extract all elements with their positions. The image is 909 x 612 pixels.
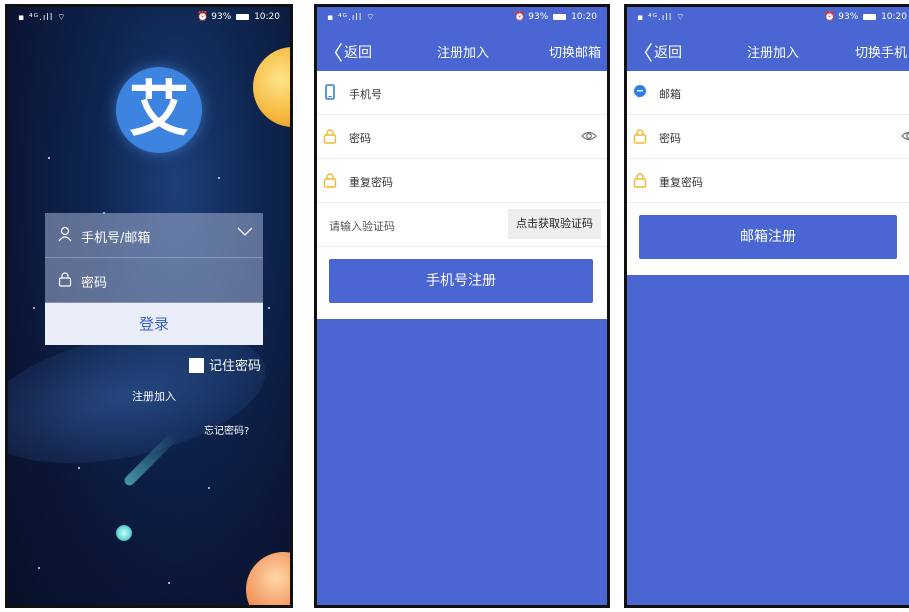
login-form: 手机号/邮箱 密码 登录 [45, 213, 263, 345]
get-code-button[interactable]: 点击获取验证码 [508, 209, 601, 239]
user-icon [58, 226, 72, 242]
verification-code-field[interactable]: 请输入验证码 点击获取验证码 [317, 203, 607, 247]
remember-password[interactable]: 记住密码 [189, 355, 261, 374]
eye-icon[interactable] [901, 129, 909, 143]
code-placeholder: 请输入验证码 [329, 220, 395, 233]
password-placeholder: 密码 [349, 132, 371, 145]
yellow-planet-decoration [253, 47, 290, 127]
lock-icon [323, 129, 337, 144]
battery-percent: 93% [528, 12, 549, 22]
login-button[interactable]: 登录 [45, 303, 263, 345]
battery-icon [553, 13, 567, 20]
star [78, 467, 80, 469]
submit-area: 邮箱注册 [627, 203, 909, 275]
repeat-password-placeholder: 重复密码 [659, 176, 703, 189]
lock-icon [633, 173, 647, 188]
email-field[interactable]: 邮箱 [627, 71, 909, 115]
signal-indicators: ▪ ⁴ᴳ.ıll ⌔ [637, 13, 686, 23]
phone-register-button[interactable]: 手机号注册 [329, 259, 593, 303]
page-title: 注册加入 [747, 46, 800, 61]
battery-icon [863, 13, 877, 20]
repeat-password-field[interactable]: 重复密码 [317, 159, 607, 203]
phone-icon [325, 84, 335, 100]
status-bar: ▪ ⁴ᴳ.ıll ⌔ ⏰ 93% 10:20 [627, 7, 909, 27]
back-button[interactable]: 〈返回 [633, 37, 682, 66]
star [218, 177, 220, 179]
signal-indicators: ▪ ⁴ᴳ.ıll ⌔ [18, 13, 67, 23]
email-register-button[interactable]: 邮箱注册 [639, 215, 897, 259]
alarm-icon: ⏰ [197, 12, 209, 22]
top-bar: ▪ ⁴ᴳ.ıll ⌔ ⏰ 93% 10:20 〈返回 注册加入 切换邮箱 [317, 7, 607, 71]
remember-checkbox[interactable] [189, 358, 204, 373]
star [268, 307, 270, 309]
eye-icon[interactable] [581, 129, 597, 143]
clock: 10:20 [254, 12, 280, 22]
star [33, 307, 35, 309]
switch-to-phone-button[interactable]: 切换手机 [855, 42, 907, 61]
comet-decoration [116, 525, 132, 541]
status-right: ⏰ 93% 10:20 [824, 12, 907, 22]
chevron-left-icon: 〈 [633, 41, 653, 65]
password-input[interactable]: 密码 [45, 258, 263, 303]
lock-icon [58, 272, 72, 287]
star [48, 157, 50, 159]
alarm-icon: ⏰ [824, 12, 836, 22]
status-bar: ▪ ⁴ᴳ.ıll ⌔ ⏰ 93% 10:20 [8, 7, 290, 27]
chevron-down-icon[interactable] [237, 227, 253, 237]
signal-indicators: ▪ ⁴ᴳ.ıll ⌔ [327, 13, 376, 23]
orange-planet-decoration [246, 552, 290, 605]
battery-icon [236, 13, 250, 20]
clock: 10:20 [881, 12, 907, 22]
top-bar: ▪ ⁴ᴳ.ıll ⌔ ⏰ 93% 10:20 〈返回 注册加入 切换手机 [627, 7, 909, 71]
remember-label: 记住密码 [209, 359, 262, 374]
password-field[interactable]: 密码 [627, 115, 909, 159]
star [38, 567, 40, 569]
status-right: ⏰ 93% 10:20 [514, 12, 597, 22]
account-placeholder: 手机号/邮箱 [81, 231, 151, 246]
clock: 10:20 [571, 12, 597, 22]
status-bar: ▪ ⁴ᴳ.ıll ⌔ ⏰ 93% 10:20 [317, 7, 607, 27]
chevron-left-icon: 〈 [323, 41, 343, 65]
back-label: 返回 [344, 45, 372, 61]
forgot-password-link[interactable]: 忘记密码? [204, 422, 249, 437]
page-title: 注册加入 [437, 46, 490, 61]
alarm-icon: ⏰ [514, 12, 526, 22]
switch-to-email-button[interactable]: 切换邮箱 [549, 42, 601, 61]
email-register-screen: ▪ ⁴ᴳ.ıll ⌔ ⏰ 93% 10:20 〈返回 注册加入 切换手机 邮箱 [624, 4, 909, 608]
star [168, 582, 170, 584]
lock-icon [323, 173, 337, 188]
chat-bubble-icon [634, 85, 646, 98]
battery-percent: 93% [211, 12, 232, 22]
submit-area: 手机号注册 [317, 247, 607, 319]
login-screen: ▪ ⁴ᴳ.ıll ⌔ ⏰ 93% 10:20 艾 手机号/邮箱 密码 登录 记住… [5, 4, 293, 608]
password-placeholder: 密码 [659, 132, 681, 145]
password-field[interactable]: 密码 [317, 115, 607, 159]
battery-percent: 93% [838, 12, 859, 22]
repeat-password-placeholder: 重复密码 [349, 176, 393, 189]
phone-field[interactable]: 手机号 [317, 71, 607, 115]
repeat-password-field[interactable]: 重复密码 [627, 159, 909, 203]
password-placeholder: 密码 [81, 276, 108, 291]
email-placeholder: 邮箱 [659, 88, 681, 101]
app-logo: 艾 [116, 67, 202, 153]
status-right: ⏰ 93% 10:20 [197, 12, 280, 22]
lock-icon [633, 129, 647, 144]
star [208, 487, 210, 489]
register-form: 手机号 密码 重复密码 请输入验证码 点击获取验证码 手机号注册 [317, 71, 607, 319]
back-button[interactable]: 〈返回 [323, 37, 372, 66]
phone-placeholder: 手机号 [349, 88, 382, 101]
phone-register-screen: ▪ ⁴ᴳ.ıll ⌔ ⏰ 93% 10:20 〈返回 注册加入 切换邮箱 手机号 [314, 4, 610, 608]
register-link[interactable]: 注册加入 [132, 388, 176, 404]
back-label: 返回 [654, 45, 682, 61]
account-input[interactable]: 手机号/邮箱 [45, 213, 263, 258]
register-form: 邮箱 密码 重复密码 邮箱注册 [627, 71, 909, 275]
